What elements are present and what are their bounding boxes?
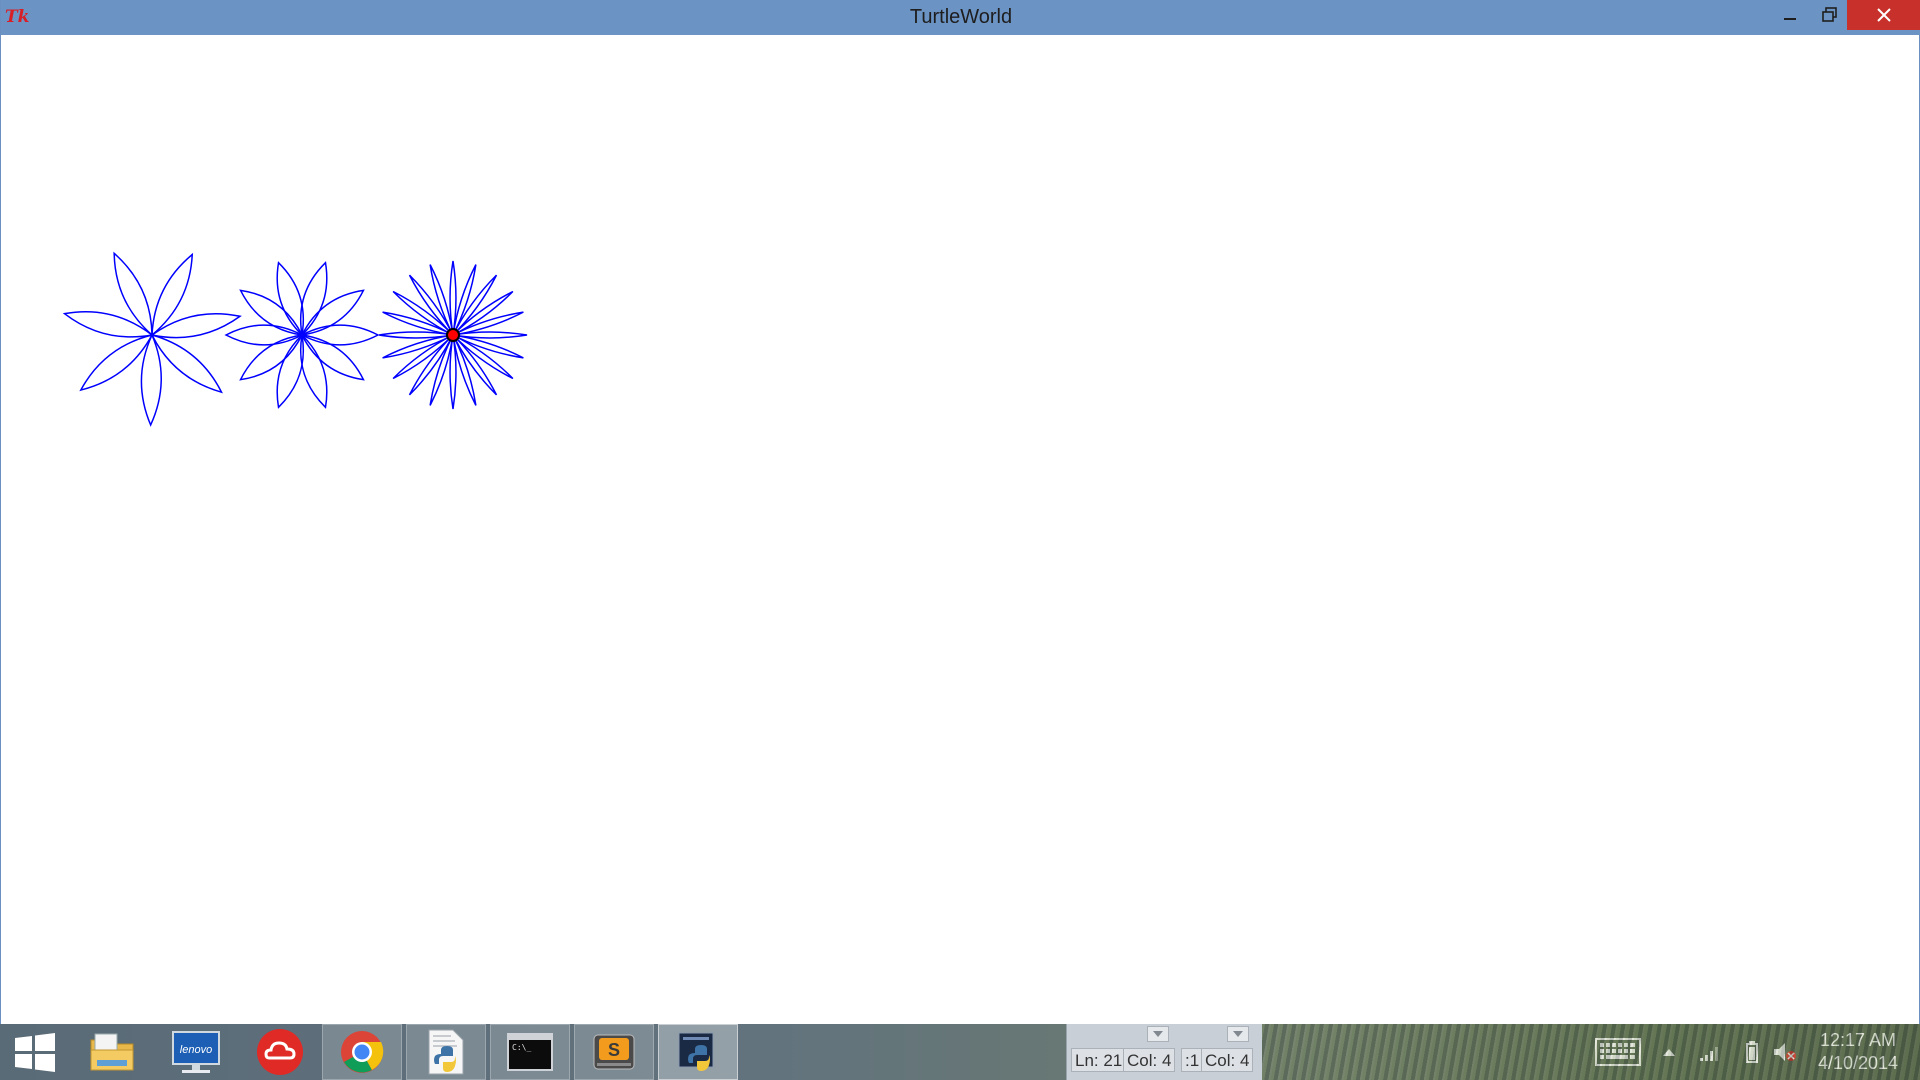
petal	[300, 334, 365, 381]
battery-status[interactable]	[1740, 1024, 1764, 1080]
status-col-1: Col: 4	[1123, 1048, 1176, 1072]
touch-keyboard-button[interactable]	[1590, 1024, 1646, 1080]
flower-7-petals	[62, 251, 242, 427]
cloud-icon	[257, 1029, 303, 1075]
battery-icon	[1746, 1041, 1758, 1063]
taskbar-peek-thumbnail[interactable]: Ln: 21 Col: 4 :1 Col: 4	[1066, 1024, 1262, 1080]
taskbar-item-lenovo[interactable]: lenovo	[156, 1024, 236, 1080]
taskbar-item-file-explorer[interactable]	[72, 1024, 152, 1080]
turtle-icon	[446, 328, 460, 342]
taskbar-item-command-prompt[interactable]: C:\_	[490, 1024, 570, 1080]
minimize-button[interactable]	[1769, 0, 1811, 30]
petal	[150, 333, 223, 394]
svg-text:C:\_: C:\_	[512, 1043, 531, 1052]
status-col-2: Col: 4	[1201, 1048, 1254, 1072]
window-title: TurtleWorld	[909, 6, 1013, 28]
svg-text:S: S	[608, 1040, 620, 1060]
flower-10-petals	[224, 261, 380, 409]
network-status[interactable]	[1696, 1024, 1726, 1080]
taskbar-item-python-file[interactable]	[406, 1024, 486, 1080]
chevron-down-icon	[1233, 1031, 1243, 1037]
taskbar-item-sublime-text[interactable]: S	[574, 1024, 654, 1080]
taskbar-item-python-idle[interactable]	[658, 1024, 738, 1080]
title-bar[interactable]: Tk TurtleWorld	[1, 0, 1920, 35]
svg-text:lenovo: lenovo	[180, 1044, 212, 1056]
signal-icon	[1700, 1047, 1718, 1061]
sublime-icon: S	[593, 1034, 635, 1070]
volume-muted-icon	[1774, 1043, 1796, 1061]
petal	[276, 333, 305, 409]
status-line-1: Ln: 21	[1071, 1048, 1127, 1072]
taskbar-item-cloud-app[interactable]	[240, 1024, 320, 1080]
petal	[276, 261, 305, 337]
turtleworld-window: Tk TurtleWorld	[0, 0, 1920, 1024]
clock[interactable]: 12:17 AM 4/10/2014	[1808, 1029, 1908, 1075]
folder-icon	[90, 1033, 134, 1071]
clock-date: 4/10/2014	[1817, 1053, 1899, 1073]
show-hidden-icons-icon	[1663, 1049, 1675, 1056]
status-line-2: :1	[1181, 1048, 1204, 1072]
windows-logo-icon	[15, 1033, 55, 1072]
flowers-drawing	[62, 251, 528, 427]
close-button[interactable]	[1847, 0, 1920, 30]
chrome-icon	[341, 1031, 384, 1073]
dropdown-arrow-2[interactable]	[1227, 1026, 1249, 1042]
restore-button[interactable]	[1809, 0, 1851, 30]
volume-button[interactable]	[1770, 1024, 1800, 1080]
petal	[239, 334, 304, 381]
petal	[224, 324, 304, 346]
python-idle-icon	[678, 1032, 714, 1071]
close-icon	[1877, 8, 1891, 22]
petal	[300, 324, 380, 346]
show-hidden-icons-button[interactable]	[1656, 1024, 1682, 1080]
keyboard-icon	[1595, 1038, 1641, 1066]
restore-icon	[1822, 7, 1837, 22]
dropdown-arrow-1[interactable]	[1147, 1026, 1169, 1042]
taskbar: lenovo C:\_ S Ln: 21 Col: 4:1 Col: 4 12…	[0, 1024, 1920, 1080]
petal	[300, 289, 365, 336]
minimize-icon	[1784, 18, 1796, 20]
lenovo-monitor-icon: lenovo	[172, 1031, 220, 1073]
terminal-icon: C:\_	[507, 1033, 553, 1071]
chevron-down-icon	[1153, 1031, 1163, 1037]
start-button[interactable]	[0, 1024, 70, 1080]
petal	[239, 289, 304, 336]
taskbar-item-chrome[interactable]	[322, 1024, 402, 1080]
petal	[62, 311, 154, 338]
turtle-canvas[interactable]	[2, 35, 1918, 1024]
python-document-icon	[428, 1029, 464, 1075]
petal	[299, 333, 328, 409]
clock-time: 12:17 AM	[1819, 1030, 1897, 1050]
petal	[299, 261, 328, 337]
